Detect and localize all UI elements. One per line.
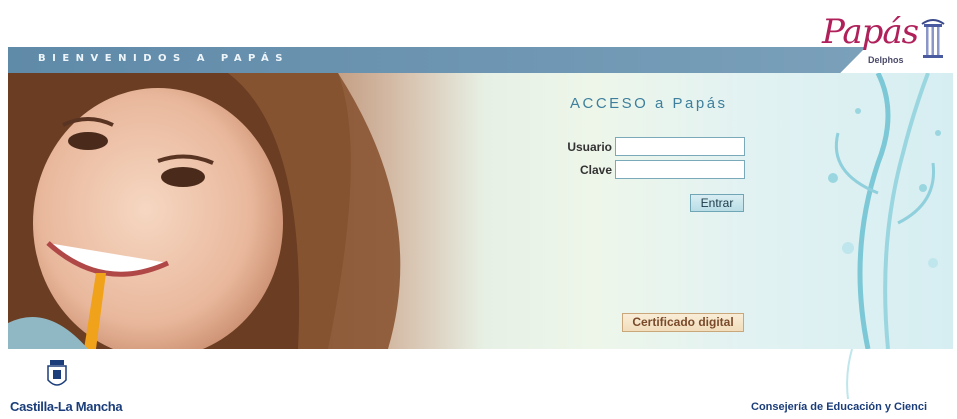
usuario-input[interactable] (615, 137, 745, 156)
certificado-digital-button[interactable]: Certificado digital (622, 313, 744, 332)
clave-input[interactable] (615, 160, 745, 179)
logo-text: Papás (822, 12, 919, 52)
consejeria-text: Consejería de Educación y Cienci (751, 401, 928, 413)
access-title: ACCESO a Papás (570, 95, 728, 112)
floral-decoration (828, 73, 941, 349)
castilla-la-mancha-text: Castilla-La Mancha (10, 399, 123, 414)
papas-logo[interactable]: Papás Delphos (812, 4, 947, 70)
castilla-la-mancha-shield-icon (47, 360, 67, 386)
decoration-tail (846, 349, 853, 399)
student-photo (8, 73, 488, 349)
logo-subtext: Delphos (868, 55, 904, 65)
hero-area: ACCESO a Papás Usuario Clave Entrar Cert… (8, 73, 953, 349)
column-icon (921, 19, 945, 58)
banner-text: BIENVENIDOS A PAPÁS (38, 53, 289, 64)
usuario-label: Usuario (567, 140, 612, 154)
clave-label: Clave (579, 163, 612, 177)
entrar-button[interactable]: Entrar (690, 194, 744, 212)
welcome-banner: BIENVENIDOS A PAPÁS (8, 47, 866, 73)
